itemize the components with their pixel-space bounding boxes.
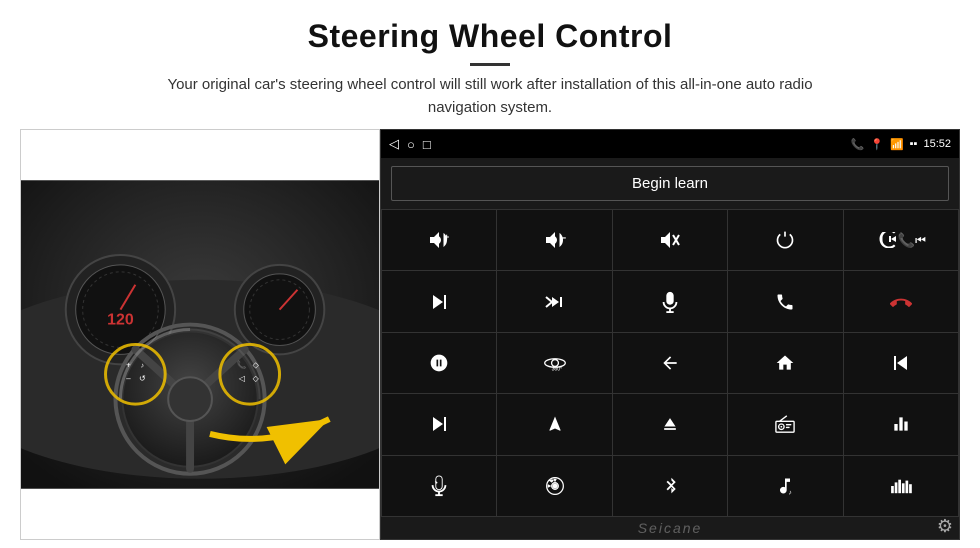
svg-text:–: – [560,232,566,244]
title-divider [470,63,510,66]
begin-learn-button[interactable]: Begin learn [391,166,949,201]
page-title: Steering Wheel Control [60,18,920,55]
power-button[interactable] [728,210,842,270]
mic2-button[interactable] [382,456,496,516]
header-section: Steering Wheel Control Your original car… [0,0,980,129]
nav-recents-icon[interactable]: □ [423,137,431,152]
subtitle-text: Your original car's steering wheel contr… [140,74,840,119]
svg-text:+: + [126,360,131,369]
rewind-button[interactable] [844,333,958,393]
hang-up-button[interactable] [844,271,958,331]
nav-home-icon[interactable]: ○ [407,137,415,152]
svg-text:360°: 360° [551,367,562,373]
battery-icon: ▪▪ [910,138,918,150]
car-image: 120 [21,130,379,539]
fast-forward-button[interactable] [382,394,496,454]
vol-up-button[interactable]: + [382,210,496,270]
microphone-button[interactable] [613,271,727,331]
settings-gear-icon[interactable]: ⚙ [937,516,953,537]
content-area: 120 [0,129,980,548]
camera-360-button[interactable]: 360° [497,333,611,393]
home-button[interactable] [728,333,842,393]
nav-back-icon[interactable]: ◁ [389,136,399,152]
svg-text:◇: ◇ [253,374,260,383]
svg-text:–: – [126,374,131,383]
bluetooth-button[interactable] [613,456,727,516]
speaker-button[interactable] [382,333,496,393]
wifi-icon: 📶 [890,138,904,151]
call-prev-button[interactable]: 📞⏮ [844,210,958,270]
begin-learn-section: Begin learn [381,158,959,209]
controls-grid: + – 📞⏮ [381,209,959,517]
svg-text:◁: ◁ [239,374,246,383]
spectrum-button[interactable] [844,456,958,516]
seicane-text: Seicane [638,520,703,536]
svg-text:📞: 📞 [237,359,247,369]
page-container: Steering Wheel Control Your original car… [0,0,980,548]
svg-text:◇: ◇ [253,360,260,369]
mute-button[interactable] [613,210,727,270]
phone-icon: 📞 [851,138,865,151]
skip-next-button[interactable] [382,271,496,331]
settings-button[interactable] [497,456,611,516]
equalizer-button[interactable] [844,394,958,454]
radio-button[interactable] [728,394,842,454]
eject-button[interactable] [613,394,727,454]
svg-text:♪: ♪ [789,489,792,496]
car-image-section: 120 [20,129,380,540]
location-icon: 📍 [870,138,884,151]
time-display: 15:52 [923,138,951,150]
svg-text:♪: ♪ [141,362,144,369]
status-nav-icons: ◁ ○ □ [389,136,431,152]
seicane-watermark: Seicane ⚙ [381,517,959,539]
back-arrow-button[interactable] [613,333,727,393]
status-right-icons: 📞 📍 📶 ▪▪ 15:52 [851,138,951,151]
vol-down-button[interactable]: – [497,210,611,270]
android-panel: ◁ ○ □ 📞 📍 📶 ▪▪ 15:52 Begin learn [380,129,960,540]
svg-text:120: 120 [107,312,134,329]
ff-muted-button[interactable] [497,271,611,331]
svg-text:+: + [444,232,449,242]
navigation-button[interactable] [497,394,611,454]
status-bar: ◁ ○ □ 📞 📍 📶 ▪▪ 15:52 [381,130,959,158]
phone-call-button[interactable] [728,271,842,331]
svg-text:↺: ↺ [139,374,146,383]
music-button[interactable]: ♪ [728,456,842,516]
